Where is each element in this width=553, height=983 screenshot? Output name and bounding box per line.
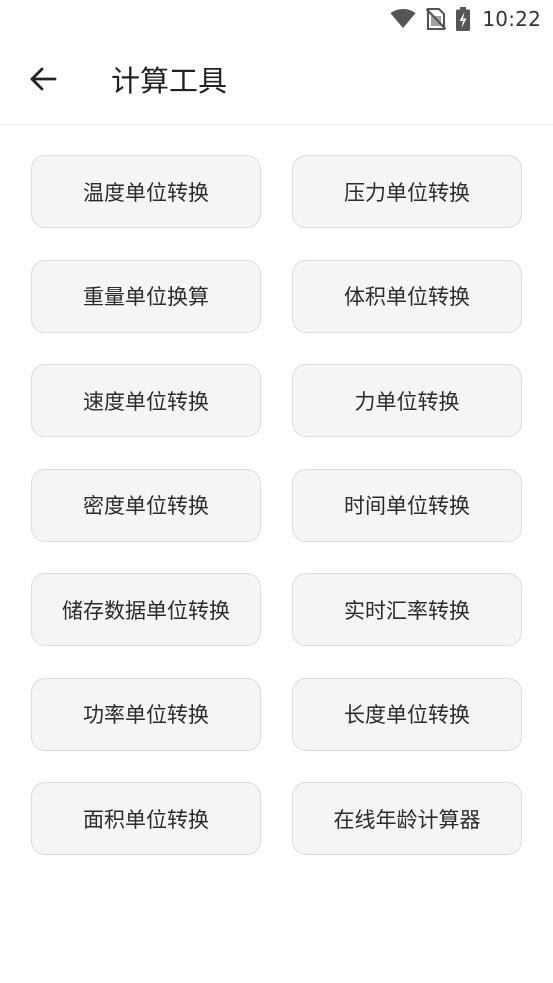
- toolbar: 计算工具: [0, 38, 553, 125]
- speed-conversion-button[interactable]: 速度单位转换: [31, 364, 261, 437]
- arrow-left-icon: [29, 66, 57, 96]
- force-conversion-button[interactable]: 力单位转换: [292, 364, 522, 437]
- area-conversion-button[interactable]: 面积单位转换: [31, 782, 261, 855]
- status-time: 10:22: [482, 7, 541, 31]
- exchange-rate-button[interactable]: 实时汇率转换: [292, 573, 522, 646]
- status-icons: 10:22: [390, 6, 541, 32]
- data-storage-conversion-button[interactable]: 储存数据单位转换: [31, 573, 261, 646]
- pressure-conversion-button[interactable]: 压力单位转换: [292, 155, 522, 228]
- page-title: 计算工具: [111, 64, 228, 98]
- length-conversion-button[interactable]: 长度单位转换: [292, 677, 522, 751]
- status-bar: 10:22: [0, 0, 553, 38]
- time-conversion-button[interactable]: 时间单位转换: [292, 468, 522, 542]
- density-conversion-button[interactable]: 密度单位转换: [31, 468, 261, 542]
- temperature-conversion-button[interactable]: 温度单位转换: [31, 155, 261, 228]
- weight-conversion-button[interactable]: 重量单位换算: [31, 259, 261, 333]
- tool-grid: 温度单位转换 压力单位转换 重量单位换算 体积单位转换 速度单位转换 力单位转换…: [31, 155, 522, 855]
- battery-charging-icon: [456, 7, 471, 31]
- wifi-icon: [390, 9, 416, 29]
- power-conversion-button[interactable]: 功率单位转换: [31, 677, 261, 751]
- no-sim-icon: [426, 8, 447, 30]
- back-button[interactable]: [22, 60, 64, 102]
- volume-conversion-button[interactable]: 体积单位转换: [292, 259, 522, 333]
- age-calculator-button[interactable]: 在线年龄计算器: [292, 782, 522, 855]
